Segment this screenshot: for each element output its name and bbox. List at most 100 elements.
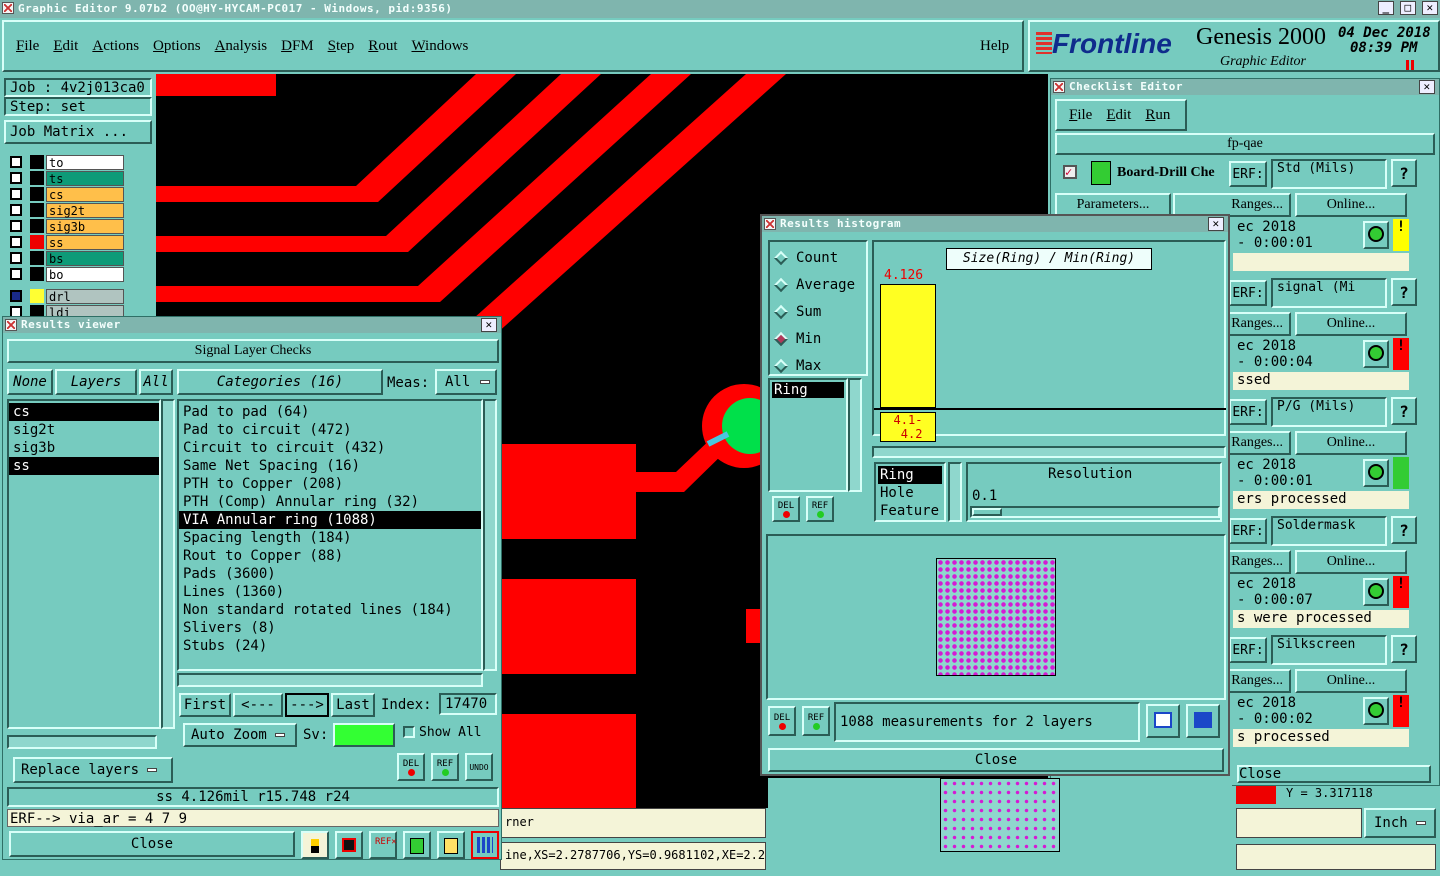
layer-list-scrollbar[interactable] xyxy=(161,399,175,729)
checklist-menu-edit[interactable]: Edit xyxy=(1106,107,1131,124)
first-button[interactable]: First xyxy=(179,693,231,717)
type-item[interactable]: Ring xyxy=(878,466,942,484)
layer-checkbox[interactable] xyxy=(10,252,22,264)
category-item[interactable]: Non standard rotated lines (184) xyxy=(179,601,481,619)
result-layer-item[interactable]: sig3b xyxy=(9,439,159,457)
report-icon-button[interactable] xyxy=(437,831,465,859)
categories-button[interactable]: Categories (16) xyxy=(177,369,383,395)
type-list[interactable]: Ring Hole Feature xyxy=(874,462,946,522)
histogram-close-button[interactable]: Close xyxy=(768,748,1224,772)
show-all-checkbox[interactable] xyxy=(403,726,415,738)
category-item[interactable]: Circuit to circuit (432) xyxy=(179,439,481,457)
layer-name[interactable]: sig3b xyxy=(46,218,124,234)
zoom-out-icon-button[interactable] xyxy=(1146,704,1180,738)
type-item[interactable]: Hole xyxy=(878,484,942,502)
zoom-icon[interactable] xyxy=(1363,221,1389,249)
close-icon[interactable]: ✕ xyxy=(1419,80,1435,94)
category-item[interactable]: Pad to circuit (472) xyxy=(179,421,481,439)
previous-button[interactable]: <--- xyxy=(233,693,283,717)
layer-name[interactable]: cs xyxy=(46,186,124,202)
option-average[interactable]: Average xyxy=(770,271,866,298)
category-item[interactable]: Stubs (24) xyxy=(179,637,481,655)
option-max[interactable]: Max xyxy=(770,352,866,379)
menu-file[interactable]: File xyxy=(16,38,39,55)
last-button[interactable]: Last xyxy=(331,693,375,717)
layer-row[interactable]: ss xyxy=(6,234,124,250)
histogram-ref-button[interactable]: REF xyxy=(806,496,834,522)
checklist-menu-run[interactable]: Run xyxy=(1145,107,1170,124)
preview-del-button[interactable]: DEL xyxy=(768,706,796,736)
layer-checkbox[interactable] xyxy=(10,156,22,168)
zoom-icon[interactable] xyxy=(1363,459,1389,487)
help-button[interactable]: ? xyxy=(1391,516,1417,544)
resolution-slider[interactable] xyxy=(970,506,1220,518)
erf-value[interactable]: Silkscreen xyxy=(1271,635,1387,665)
histogram-bar[interactable] xyxy=(880,284,936,408)
layer-checkbox[interactable] xyxy=(10,172,22,184)
result-layer-item[interactable]: ss xyxy=(9,457,159,475)
category-item[interactable]: Rout to Copper (88) xyxy=(179,547,481,565)
category-list[interactable]: Pad to pad (64) Pad to circuit (472) Circu… xyxy=(177,399,483,671)
online-button[interactable]: Online... xyxy=(1295,550,1407,574)
result-layer-item[interactable]: cs xyxy=(9,403,159,421)
layer-list-hscroll[interactable] xyxy=(7,735,157,749)
undo-button[interactable]: UNDO xyxy=(465,753,493,781)
category-hscroll[interactable] xyxy=(177,673,483,687)
index-input[interactable]: 17470 xyxy=(439,693,497,715)
category-item[interactable]: PTH to Copper (208) xyxy=(179,475,481,493)
none-button[interactable]: None xyxy=(7,369,53,395)
auto-zoom-dropdown[interactable]: Auto Zoom xyxy=(183,723,297,747)
del-button[interactable]: DEL xyxy=(397,753,425,781)
layer-name[interactable]: to xyxy=(46,154,124,170)
type-item[interactable]: Feature xyxy=(878,502,942,520)
pause-icon[interactable] xyxy=(1406,60,1416,70)
category-item[interactable]: Same Net Spacing (16) xyxy=(179,457,481,475)
help-menu[interactable]: Help xyxy=(980,38,1009,55)
menu-actions[interactable]: Actions xyxy=(92,38,139,55)
zoom-icon[interactable] xyxy=(1363,340,1389,368)
option-sum[interactable]: Sum xyxy=(770,298,866,325)
help-button[interactable]: ? xyxy=(1391,159,1417,187)
checklist-close-button[interactable]: Close xyxy=(1237,765,1431,783)
histogram-del-button[interactable]: DEL xyxy=(772,496,800,522)
category-item[interactable]: Lines (1360) xyxy=(179,583,481,601)
menu-analysis[interactable]: Analysis xyxy=(215,38,268,55)
layer-checkbox[interactable] xyxy=(10,204,22,216)
layer-row[interactable]: drl xyxy=(6,288,124,304)
layer-name[interactable]: ts xyxy=(46,170,124,186)
menu-windows[interactable]: Windows xyxy=(411,38,468,55)
slider-thumb[interactable] xyxy=(972,508,1002,516)
layer-name[interactable]: bs xyxy=(46,250,124,266)
sv-color-dropdown[interactable] xyxy=(333,723,395,747)
layer-row[interactable]: cs xyxy=(6,186,124,202)
close-window-button[interactable]: ✕ xyxy=(1422,1,1438,15)
category-scrollbar[interactable] xyxy=(483,399,497,671)
zoom-icon[interactable] xyxy=(1363,697,1389,725)
erf-value[interactable]: Soldermask xyxy=(1271,516,1387,546)
layer-row[interactable]: bo xyxy=(6,266,124,282)
layers-button[interactable]: Layers xyxy=(55,369,137,395)
online-button[interactable]: Online... xyxy=(1295,431,1407,455)
menu-edit[interactable]: Edit xyxy=(53,38,78,55)
category-item[interactable]: VIA Annular ring (1088) xyxy=(179,511,481,529)
category-item[interactable]: Pad to pad (64) xyxy=(179,403,481,421)
layer-name[interactable]: ss xyxy=(46,234,124,250)
maximize-button[interactable]: □ xyxy=(1400,1,1416,15)
ref-delete-button[interactable]: REF✕ xyxy=(369,831,397,859)
all-button[interactable]: All xyxy=(139,369,173,395)
layer-row[interactable]: bs xyxy=(6,250,124,266)
help-button[interactable]: ? xyxy=(1391,635,1417,663)
erf-value[interactable]: signal (Mi xyxy=(1271,278,1387,308)
results-viewer-close-button[interactable]: Close xyxy=(9,831,295,857)
preview-ref-button[interactable]: REF xyxy=(802,706,830,736)
ring-list-scrollbar[interactable] xyxy=(848,378,862,492)
online-button[interactable]: Online... xyxy=(1295,669,1407,693)
erf-value[interactable]: P/G (Mils) xyxy=(1271,397,1387,427)
help-button[interactable]: ? xyxy=(1391,397,1417,425)
result-layer-item[interactable]: sig2t xyxy=(9,421,159,439)
chart-hscroll[interactable] xyxy=(872,446,1226,458)
menu-rout[interactable]: Rout xyxy=(368,38,397,55)
layer-row[interactable]: sig2t xyxy=(6,202,124,218)
unit-dropdown[interactable]: Inch xyxy=(1364,808,1436,838)
checklist-menu-file[interactable]: File xyxy=(1069,107,1092,124)
